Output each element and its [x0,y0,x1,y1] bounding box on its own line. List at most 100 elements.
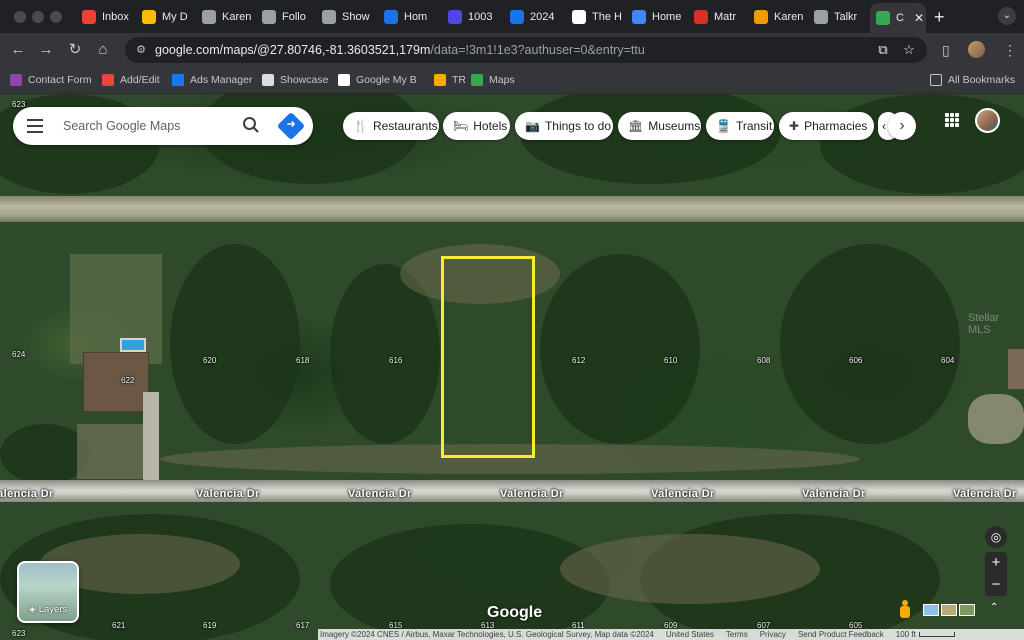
minimize-window-dot[interactable] [32,11,44,23]
google-icon [572,10,586,24]
bookmark-label: Maps [489,74,515,86]
category-chip-museums[interactable]: 🏛 Museums [618,112,701,140]
browser-tab[interactable]: Talkr [808,5,866,29]
expand-icon[interactable]: ⌃ [990,602,998,613]
browser-tab[interactable]: Karen [748,5,806,29]
site-icon [510,10,524,24]
bookmark-item[interactable]: Google My B [338,73,417,87]
category-chip-transit[interactable]: 🚆 Transit [706,112,774,140]
bookmarks-bar: Contact Form Add/Edit Ads Manager Showcase G… [0,66,1024,94]
imagery-thumbnails[interactable] [923,604,975,616]
maps-icon [876,11,890,25]
pool [120,338,146,352]
chip-label: Transit [735,119,773,133]
url-text[interactable]: google.com/maps/@27.80746,-81.3603521,17… [155,37,645,63]
layers-button[interactable]: ◈ Layers [17,561,79,623]
tab-title: Inbox [102,11,129,23]
bookmark-label: Add/Edit [120,74,160,86]
directions-icon[interactable]: ➜ [276,111,306,141]
tab-title: C [896,12,904,24]
browser-tab[interactable]: Home [626,5,684,29]
zoom-in-button[interactable]: + [985,552,1007,574]
pegman-icon[interactable] [899,600,911,618]
browser-tab[interactable]: Matr [688,5,746,29]
tab-title: 2024 [530,11,555,23]
address-bar[interactable]: ⚙ google.com/maps/@27.80746,-81.3603521,… [125,37,927,63]
bookmark-item[interactable]: Ads Manager [172,73,252,87]
close-tab-icon[interactable]: ✕ [914,11,924,25]
edit-icon [102,74,114,86]
category-chip-hotels[interactable]: 🛏 Hotels [443,112,510,140]
lot-number-label: 616 [389,356,403,365]
lot-number-label: 617 [296,621,310,630]
mls-watermark: Stellar MLS [968,312,1000,336]
privacy-link[interactable]: Privacy [760,630,786,639]
terms-link[interactable]: Terms [726,630,748,639]
browser-tab[interactable]: 2024 [504,5,562,29]
google-apps-icon[interactable] [945,113,959,127]
search-input[interactable] [63,115,233,137]
cast-icon[interactable]: ⧉ [875,42,891,58]
browser-tab[interactable]: C ✕ [870,3,926,33]
bookmark-star-icon[interactable]: ☆ [901,42,917,58]
site-icon [384,10,398,24]
scale-bar[interactable]: 100 ft [896,630,955,639]
browser-tab[interactable]: 1003 [442,5,500,29]
menu-icon[interactable] [27,119,43,133]
bookmark-item[interactable]: Add/Edit [102,73,160,87]
account-avatar[interactable] [975,108,1000,133]
all-bookmarks-folder[interactable]: All Bookmarks [930,73,1015,87]
category-chip-pharmacies[interactable]: ✚ Pharmacies [779,112,874,140]
my-location-icon[interactable]: ◎ [985,526,1007,548]
bookmark-item[interactable]: Showcase [262,73,328,87]
browser-tab[interactable]: Follo [256,5,314,29]
browser-tab[interactable]: The H [566,5,624,29]
lawn [70,254,162,364]
tab-title: Show [342,11,370,23]
side-panel-icon[interactable]: ▯ [942,41,950,59]
bookmark-item[interactable]: Contact Form [10,73,92,87]
form-icon [10,74,22,86]
tab-title: Karen [774,11,804,23]
chips-next-icon[interactable]: › [888,112,916,140]
lot-number-label: 621 [112,621,126,630]
chrome-menu-icon[interactable]: ⋮ [1003,41,1017,59]
new-tab-button[interactable]: + [934,7,945,28]
bookmark-item[interactable]: Maps [471,73,515,87]
chip-label: Restaurants [372,119,438,133]
street-label: Valencia Dr [196,488,260,500]
close-window-dot[interactable] [14,11,26,23]
tab-search-icon[interactable]: ⌄ [998,7,1016,25]
street-label: Valencia Dr [500,488,564,500]
tab-title: Home [652,11,682,23]
lot-number-label: 612 [572,356,586,365]
browser-tab[interactable]: My D [136,5,194,29]
home-icon[interactable]: ⌂ [94,41,112,59]
tab-title: Karen [222,11,252,23]
camera-icon: 📷 [525,119,540,133]
browser-tab[interactable]: Hom [378,5,436,29]
google-logo: Google [487,604,543,621]
reload-icon[interactable]: ↻ [66,41,84,59]
street-label: Valencia Dr [953,488,1017,500]
bookmark-item[interactable]: TR [434,73,466,87]
category-chip-things-to-do[interactable]: 📷 Things to do [515,112,613,140]
site-info-icon[interactable]: ⚙ [133,42,149,58]
tab-title: Matr [714,11,736,23]
forward-icon[interactable]: → [37,41,55,59]
browser-profile-avatar[interactable] [968,41,985,58]
browser-tab[interactable]: Karen [196,5,254,29]
site-icon [202,10,216,24]
back-icon[interactable]: ← [9,41,27,59]
feedback-link[interactable]: Send Product Feedback [798,630,884,639]
drive-icon [142,10,156,24]
browser-tab[interactable]: Show [316,5,374,29]
zoom-window-dot[interactable] [50,11,62,23]
satellite-map[interactable]: Stellar MLS 623 624 622 620 618 616 612 610 608 6… [0,94,1024,640]
zoom-out-button[interactable]: − [985,574,1007,596]
category-chip-restaurants[interactable]: 🍴 Restaurants [343,112,439,140]
bookmark-label: Ads Manager [190,74,253,86]
browser-tab[interactable]: Inbox [76,5,134,29]
search-icon[interactable] [242,116,260,134]
country-link[interactable]: United States [666,630,714,639]
